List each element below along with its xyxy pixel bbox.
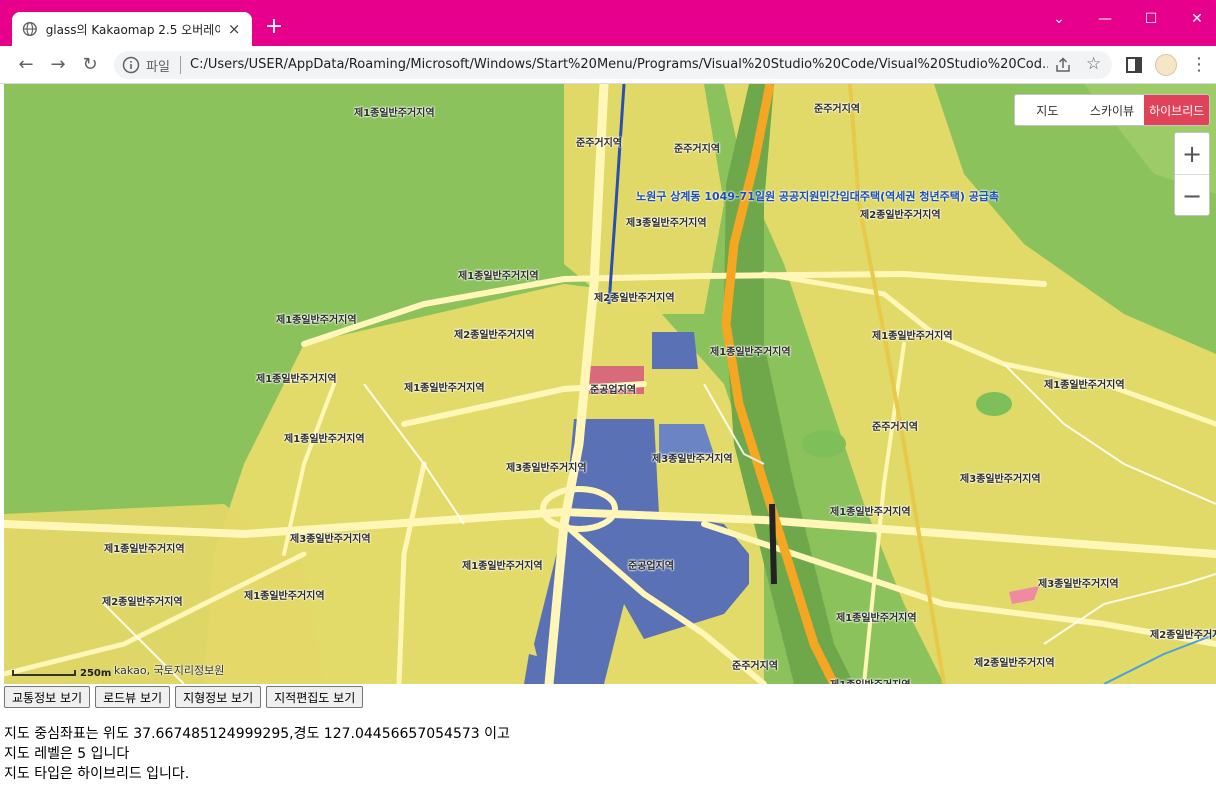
address-bar[interactable]: 파일 C:/Users/USER/AppData/Roaming/Microso… xyxy=(114,51,1112,79)
zoom-in-button[interactable]: + xyxy=(1175,133,1209,174)
zone-label: 제3종일반주거지역 xyxy=(290,534,371,545)
zone-label: 준주거지역 xyxy=(576,138,622,149)
zone-label: 제1종일반주거지역 xyxy=(462,561,543,572)
zone-label: 제2종일반주거지역 xyxy=(1150,630,1216,641)
zone-label: 제1종일반주거지역 xyxy=(104,544,185,555)
zone-label: 준공업지역 xyxy=(590,385,636,396)
cadastral-overlay-button[interactable]: 지적편집도 보기 xyxy=(266,686,364,708)
map-type-hybrid-button[interactable]: 하이브리드 xyxy=(1144,95,1209,125)
reload-button[interactable]: ↻ xyxy=(78,53,102,77)
zone-label: 준주거지역 xyxy=(674,144,720,155)
zone-label: 제1종일반주거지역 xyxy=(404,383,485,394)
map-type-control: 지도 스카이뷰 하이브리드 xyxy=(1014,94,1210,126)
zone-label: 준공업지역 xyxy=(628,561,674,572)
map-copyright: kakao, 국토지리정보원 xyxy=(114,664,225,677)
scale-label: 250m xyxy=(80,668,112,679)
zone-label: 제3종일반주거지역 xyxy=(652,454,733,465)
zone-label: 제1종일반주거지역 xyxy=(1044,380,1125,391)
zone-label: 제2종일반주거지역 xyxy=(594,293,675,304)
zone-label: 제1종일반주거지역 xyxy=(256,374,337,385)
map-info: 지도 중심좌표는 위도 37.667485124999295,경도 127.04… xyxy=(4,724,510,784)
browser-toolbar: ← → ↻ 파일 C:/Users/USER/AppData/Roaming/M… xyxy=(0,46,1216,84)
share-icon[interactable] xyxy=(1054,56,1072,74)
zone-label: 제3종일반주거지역 xyxy=(1038,579,1119,590)
zone-label: 제1종일반주거지역 xyxy=(284,434,365,445)
zone-label: 제1종일반주거지역 xyxy=(276,315,357,326)
zone-label: 제2종일반주거지역 xyxy=(454,330,535,341)
terrain-overlay-button[interactable]: 지형정보 보기 xyxy=(175,686,262,708)
zoom-control: + − xyxy=(1174,132,1210,216)
zone-label: 제1종일반주거지역 xyxy=(830,507,911,518)
zone-label: 제1종일반주거지역 xyxy=(244,591,325,602)
avatar[interactable] xyxy=(1155,54,1177,76)
overlay-button-row: 교통정보 보기 로드뷰 보기 지형정보 보기 지적편집도 보기 xyxy=(4,686,364,708)
close-icon[interactable]: × xyxy=(226,20,242,38)
map-annotation[interactable]: 노원구 상계동 1049-71일원 공공지원민간임대주택(역세권 청년주택) 공… xyxy=(636,188,999,204)
zone-label: 제3종일반주거지역 xyxy=(626,218,707,229)
zone-label: 제3종일반주거지역 xyxy=(960,474,1041,485)
traffic-overlay-button[interactable]: 교통정보 보기 xyxy=(4,686,91,708)
bookmark-star-icon[interactable]: ☆ xyxy=(1086,54,1101,74)
minimize-button[interactable]: — xyxy=(1082,8,1128,30)
browser-titlebar: glass의 Kakaomap 2.5 오버레이 × + ⌄ — ☐ ✕ xyxy=(0,0,1216,46)
zone-label: 준주거지역 xyxy=(732,661,778,672)
zone-label: 제2종일반주거지역 xyxy=(974,658,1055,669)
info-icon[interactable] xyxy=(122,56,140,74)
roadview-overlay-button[interactable]: 로드뷰 보기 xyxy=(95,686,171,708)
side-panel-icon[interactable] xyxy=(1126,57,1142,73)
map-type-skyview-button[interactable]: 스카이뷰 xyxy=(1079,95,1145,125)
zone-label: 제2종일반주거지역 xyxy=(860,210,941,221)
tab-title: glass의 Kakaomap 2.5 오버레이 xyxy=(45,22,221,37)
maximize-button[interactable]: ☐ xyxy=(1128,8,1174,30)
zone-label: 준주거지역 xyxy=(872,422,918,433)
globe-icon xyxy=(22,21,37,37)
zone-label: 제1종일반주거지역 xyxy=(354,108,435,119)
menu-icon[interactable]: ⋮ xyxy=(1190,53,1208,77)
zoom-out-button[interactable]: − xyxy=(1175,175,1209,216)
window-close-button[interactable]: ✕ xyxy=(1174,8,1216,30)
forward-button[interactable]: → xyxy=(46,53,70,77)
chevron-down-icon[interactable]: ⌄ xyxy=(1036,8,1082,30)
map-level-text: 지도 레벨은 5 입니다 xyxy=(4,746,130,762)
map-type-roadmap-button[interactable]: 지도 xyxy=(1015,95,1080,125)
new-tab-button[interactable]: + xyxy=(262,16,286,40)
scheme-label: 파일 xyxy=(146,60,170,75)
zone-label: 제1종일반주거지역 xyxy=(830,676,911,684)
zone-label: 제1종일반주거지역 xyxy=(710,347,791,358)
back-button[interactable]: ← xyxy=(14,53,38,77)
omnibox-divider xyxy=(180,56,181,74)
zone-label: 제2종일반주거지역 xyxy=(102,597,183,608)
zone-label: 제3종일반주거지역 xyxy=(506,463,587,474)
map-center-text: 지도 중심좌표는 위도 37.667485124999295,경도 127.04… xyxy=(4,726,510,742)
zone-label: 제1종일반주거지역 xyxy=(872,331,953,342)
map-type-text: 지도 타입은 하이브리드 입니다. xyxy=(4,766,190,782)
zone-label: 준주거지역 xyxy=(814,104,860,115)
zone-label: 제1종일반주거지역 xyxy=(458,271,539,282)
zone-label: 제1종일반주거지역 xyxy=(836,613,917,624)
kakao-map[interactable]: 노원구 상계동 1049-71일원 공공지원민간임대주택(역세권 청년주택) 공… xyxy=(4,84,1216,684)
browser-tab[interactable]: glass의 Kakaomap 2.5 오버레이 × xyxy=(12,12,252,46)
scale-bar xyxy=(12,670,76,676)
url-text[interactable]: C:/Users/USER/AppData/Roaming/Microsoft/… xyxy=(190,57,1048,72)
